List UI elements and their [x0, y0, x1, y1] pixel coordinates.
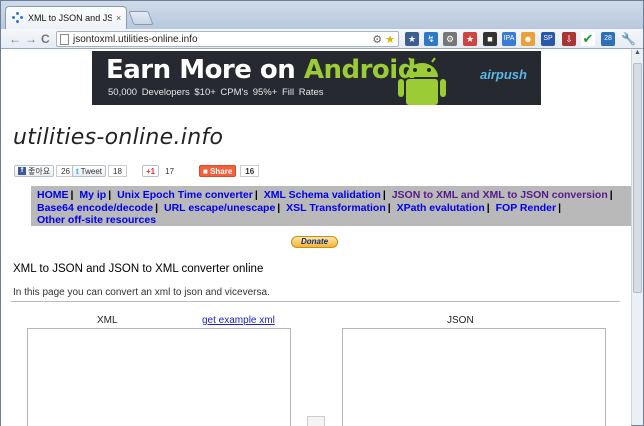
nav-item-json-xml[interactable]: JSON to XML and XML to JSON conversion	[392, 189, 608, 201]
tab-title: XML to JSON and JSON to XML	[28, 13, 112, 23]
bookmark-star-icon[interactable]: ★	[385, 33, 395, 46]
page-heading: XML to JSON and JSON to XML converter on…	[13, 263, 264, 275]
tab-close-icon[interactable]: ×	[116, 13, 121, 23]
convert-button[interactable]	[307, 416, 325, 426]
nav-item-fop[interactable]: FOP Render	[496, 202, 557, 214]
nav-item-url-escape[interactable]: URL escape/unescape	[164, 202, 275, 214]
nav-item-unix-epoch[interactable]: Unix Epoch Time converter	[117, 189, 253, 201]
extension-icon-1[interactable]: ★	[405, 32, 419, 46]
scroll-up-icon[interactable]: ▲	[632, 49, 643, 61]
nav-item-other[interactable]: Other off-site resources	[37, 214, 156, 226]
tweet-button[interactable]: t Tweet	[72, 165, 107, 177]
share-widget[interactable]: ■ Share 16	[199, 165, 260, 177]
reload-button[interactable]: C	[41, 32, 50, 46]
nav-menu: HOME | My ip | Unix Epoch Time converter | …	[31, 186, 631, 226]
extension-icon-7[interactable]: ☻	[521, 32, 535, 46]
extension-icon-5[interactable]: ■	[483, 32, 497, 46]
banner-title: Earn More on Android	[106, 55, 416, 85]
extension-status-icon[interactable]: ⚙	[372, 33, 382, 46]
browser-toolbar: ← → C jsontoxml.utilities-online.info ⚙ …	[1, 29, 643, 49]
page-viewport: Earn More on Android 50,000 Developers $…	[1, 49, 631, 426]
browser-tab[interactable]: XML to JSON and JSON to XML ×	[5, 6, 127, 29]
nav-item-my-ip[interactable]: My ip	[79, 189, 106, 201]
donate-button[interactable]: Donate	[291, 236, 338, 248]
vertical-scrollbar[interactable]: ▲	[631, 49, 643, 425]
nav-item-base64[interactable]: Base64 encode/decode	[37, 202, 153, 214]
site-title[interactable]: utilities-online.info	[13, 125, 223, 150]
banner-subtitle: 50,000 Developers $10+ CPM's 95%+ Fill R…	[108, 87, 324, 98]
back-button[interactable]: ←	[9, 32, 21, 46]
gplus-count: 17	[161, 165, 179, 177]
twitter-icon: t	[76, 166, 79, 176]
scroll-thumb[interactable]	[633, 63, 642, 293]
browser-window: XML to JSON and JSON to XML × ← → C json…	[0, 0, 644, 426]
intro-text: In this page you can convert an xml to j…	[13, 287, 270, 298]
tweet-count: 18	[108, 165, 127, 177]
address-bar[interactable]: jsontoxml.utilities-online.info ⚙ ★	[56, 31, 399, 47]
nav-item-xpath[interactable]: XPath evalutation	[397, 202, 485, 214]
extension-icon-3[interactable]: ⚙	[443, 32, 457, 46]
favicon-icon	[12, 12, 24, 24]
extension-icon-9[interactable]: ⇩	[562, 32, 576, 46]
extension-icon-4[interactable]: ★	[463, 32, 477, 46]
calendar-icon[interactable]: 28	[601, 32, 615, 46]
extension-icon-2[interactable]: ↯	[424, 32, 438, 46]
xml-textarea[interactable]	[27, 328, 291, 426]
forward-button[interactable]: →	[25, 32, 37, 46]
xml-label: XML	[97, 315, 118, 326]
page-icon	[60, 33, 69, 45]
wrench-icon[interactable]: 🔧	[621, 32, 636, 46]
facebook-like-widget[interactable]: f 좋아요 26	[14, 165, 75, 177]
nav-item-xsl[interactable]: XSL Transformation	[286, 202, 386, 214]
json-textarea[interactable]	[342, 328, 606, 426]
facebook-icon: f	[18, 167, 26, 175]
gplus-button[interactable]: +1	[142, 165, 160, 177]
example-xml-link[interactable]: get example xml	[202, 315, 275, 326]
share-icon: ■	[203, 166, 211, 176]
gplus-widget[interactable]: +1 17	[142, 165, 179, 177]
url-text[interactable]: jsontoxml.utilities-online.info	[73, 34, 372, 45]
android-robot-icon	[398, 57, 446, 105]
tab-strip: XML to JSON and JSON to XML ×	[1, 1, 643, 29]
nav-item-home[interactable]: HOME	[37, 189, 69, 201]
nav-item-xml-schema[interactable]: XML Schema validation	[264, 189, 381, 201]
ad-banner[interactable]: Earn More on Android 50,000 Developers $…	[92, 51, 541, 105]
divider	[11, 301, 620, 302]
checkmark-icon[interactable]: ✔	[581, 32, 595, 46]
facebook-like-button[interactable]: f 좋아요	[14, 165, 55, 177]
tweet-widget[interactable]: t Tweet 18	[72, 165, 127, 177]
share-count: 16	[240, 165, 260, 177]
extension-icon-6[interactable]: IPA	[502, 32, 516, 46]
new-tab-button[interactable]	[128, 11, 154, 25]
extension-icon-8[interactable]: SP	[541, 32, 555, 46]
share-button[interactable]: ■ Share	[199, 165, 237, 177]
airpush-logo: airpush	[480, 67, 527, 82]
json-label: JSON	[447, 315, 474, 326]
